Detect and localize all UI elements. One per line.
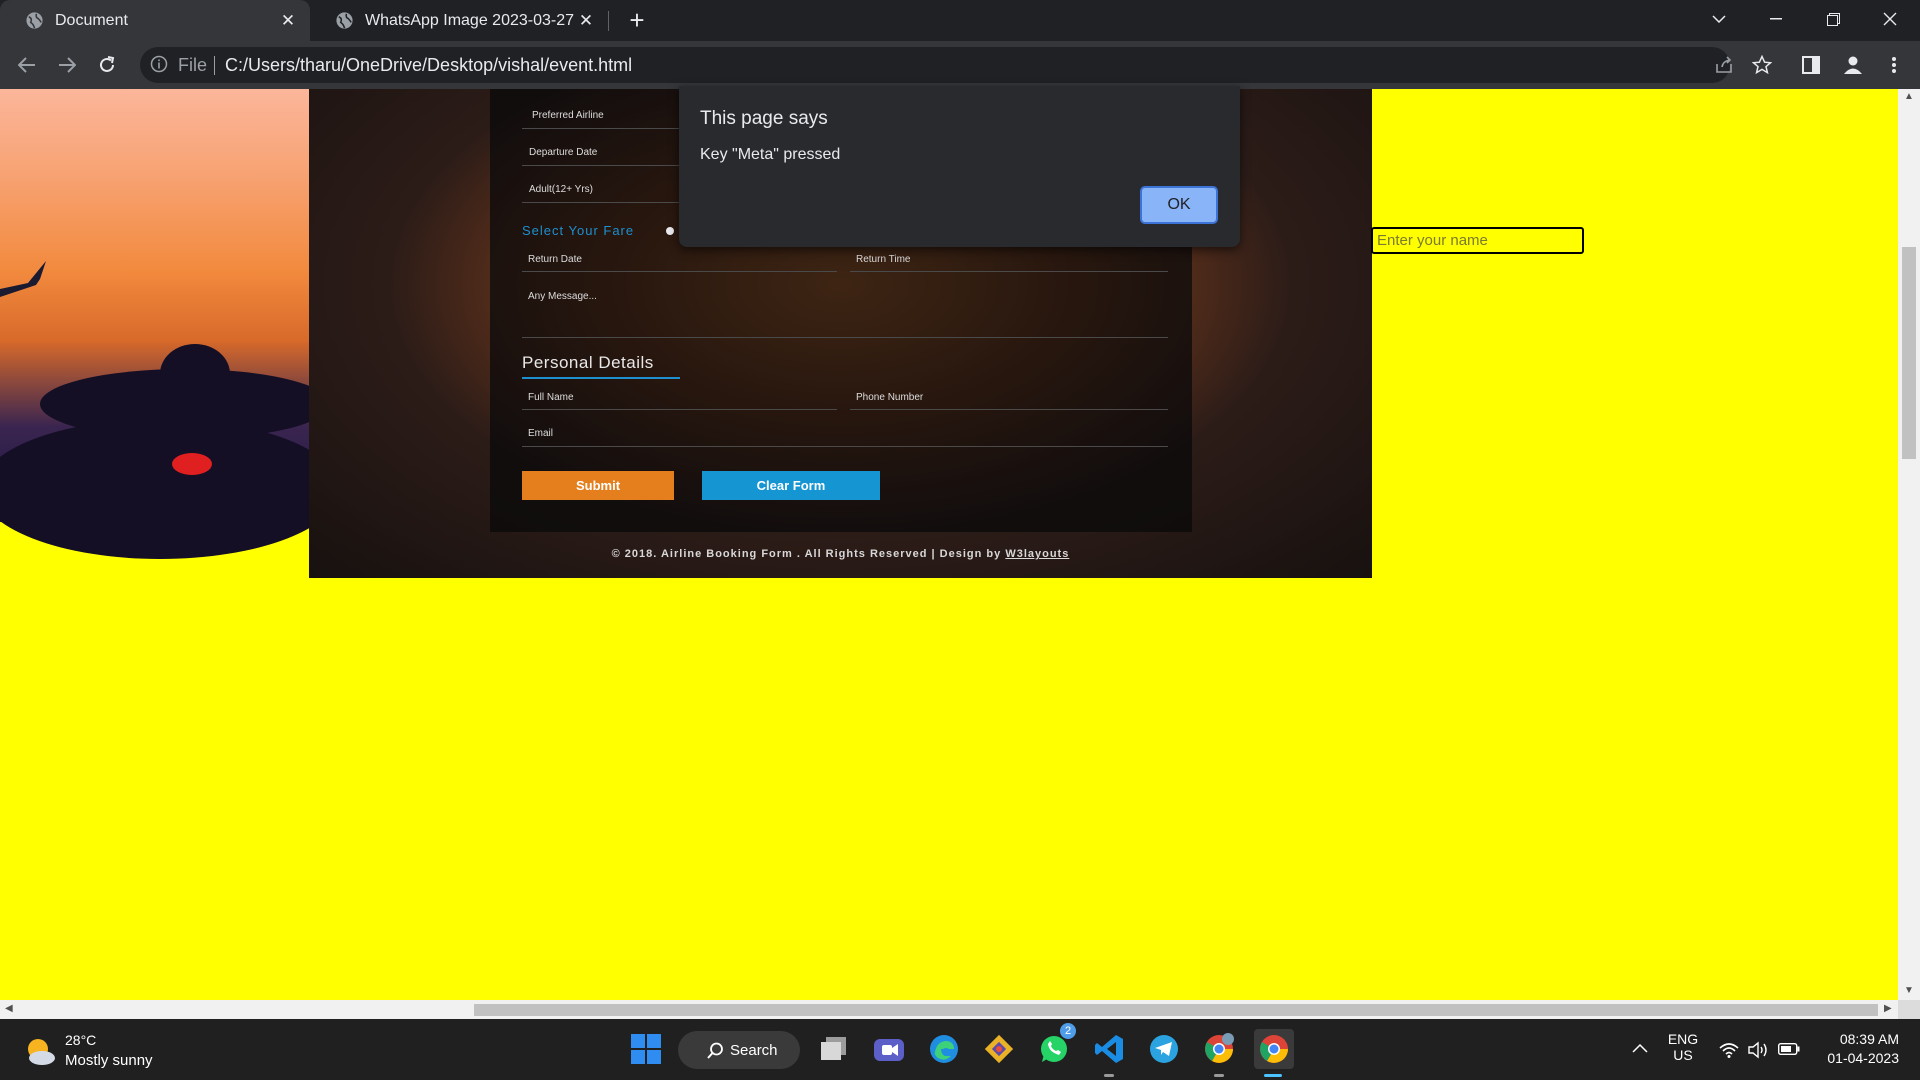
info-icon[interactable] [150,55,168,73]
adult-field[interactable]: Adult(12+ Yrs) [529,184,593,195]
alert-dialog: This page says Key "Meta" pressed OK [679,86,1240,247]
scrollbar-corner [1898,1000,1920,1019]
whatsapp-icon[interactable]: 2 [1034,1023,1076,1069]
new-tab-button[interactable]: + [623,6,651,34]
wifi-icon[interactable] [1719,1042,1739,1058]
sunset-image [0,89,340,559]
windows-taskbar: 28°C Mostly sunny Search 2 ENG US 08:39 … [0,1019,1920,1080]
tab-document[interactable]: Document ✕ [0,0,310,41]
globe-icon [336,12,353,29]
tab-whatsapp-image[interactable]: WhatsApp Image 2023-03-27 at ✕ [310,0,608,41]
taskbar-search-button[interactable]: Search [678,1031,800,1069]
weather-temperature[interactable]: 28°C [65,1032,96,1048]
airplane-icon [0,261,46,297]
address-bar[interactable]: File [140,47,1730,83]
globe-icon [26,12,43,29]
tab-strip: Document ✕ WhatsApp Image 2023-03-27 at … [0,0,1920,41]
reload-button[interactable] [91,49,123,81]
telegram-icon[interactable] [1144,1029,1184,1069]
weather-sun-cloud-icon[interactable] [24,1036,58,1066]
chrome-active-indicator [1264,1074,1282,1077]
address-separator [214,56,215,75]
scroll-right-arrow-icon[interactable]: ▶ [1884,1003,1892,1014]
task-view-icon[interactable] [814,1029,854,1069]
submit-button[interactable]: Submit [522,471,674,500]
departure-date-field[interactable]: Departure Date [529,147,597,158]
email-field[interactable]: Email [528,428,553,439]
restore-icon[interactable] [1805,0,1861,38]
vscode-icon[interactable] [1089,1029,1129,1069]
chrome-icon[interactable] [1254,1029,1294,1069]
w3layouts-link[interactable]: W3layouts [1005,548,1069,560]
vertical-scroll-thumb[interactable] [1902,247,1916,459]
chrome-profile-running-indicator [1214,1074,1224,1077]
phone-field[interactable]: Phone Number [856,392,923,403]
chevron-up-icon[interactable] [1632,1043,1648,1053]
side-panel-icon[interactable] [1799,53,1823,77]
scroll-left-arrow-icon[interactable]: ◀ [5,1003,13,1014]
start-icon[interactable] [626,1029,666,1069]
share-icon[interactable] [1712,53,1736,77]
fare-radio[interactable] [666,227,674,235]
horizontal-scroll-thumb[interactable] [474,1004,1878,1016]
whatsapp-badge: 2 [1060,1023,1076,1039]
horizontal-scrollbar[interactable]: ◀ ▶ [0,1000,1898,1019]
preferred-airline-field[interactable]: Preferred Airline [532,110,604,121]
copyright-text: © 2018. Airline Booking Form . All Right… [611,548,1002,560]
clock[interactable]: 08:39 AM 01-04-2023 [1815,1031,1899,1066]
name-input[interactable] [1371,227,1584,254]
clear-form-button[interactable]: Clear Form [702,471,880,500]
reload-icon [100,56,115,72]
return-time-field[interactable]: Return Time [856,254,910,265]
scheme-label: File [178,55,208,75]
personal-details-underline [522,377,680,379]
personal-details-title: Personal Details [522,353,654,372]
close-window-icon[interactable] [1862,0,1918,38]
scroll-down-arrow-icon[interactable]: ▼ [1904,985,1914,996]
message-field[interactable]: Any Message... [528,291,597,302]
vertical-scrollbar[interactable]: ▲ ▼ [1898,89,1920,1000]
menu-kebab-icon[interactable] [1882,53,1906,77]
clock-date: 01-04-2023 [1827,1050,1899,1066]
tab-search-icon[interactable] [1691,0,1747,38]
tab-title: WhatsApp Image 2023-03-27 at [365,11,576,29]
close-tab-icon[interactable]: ✕ [576,11,596,31]
clock-time: 08:39 AM [1839,1031,1899,1047]
tab-separator [608,11,609,31]
weather-description[interactable]: Mostly sunny [65,1052,153,1069]
footer-text: © 2018. Airline Booking Form . All Right… [309,548,1372,560]
dialog-message: Key "Meta" pressed [700,146,841,163]
language-indicator[interactable]: ENG US [1666,1031,1700,1063]
teams-icon[interactable] [869,1029,909,1069]
return-date-field[interactable]: Return Date [528,254,582,265]
forward-button[interactable] [51,49,83,81]
battery-icon[interactable] [1778,1043,1800,1055]
browser-toolbar: File [0,41,1920,89]
volume-icon[interactable] [1748,1041,1768,1059]
search-label: Search [730,1041,778,1059]
back-button[interactable] [11,49,43,81]
url-field[interactable] [225,54,1525,76]
edge-icon[interactable] [924,1029,964,1069]
bookmark-star-icon[interactable] [1750,53,1774,77]
ok-button[interactable]: OK [1140,186,1218,224]
minimize-icon[interactable] [1748,0,1804,38]
tab-title: Document [55,11,128,29]
git-icon[interactable] [979,1029,1019,1069]
forward-arrow-icon [59,57,76,73]
close-tab-icon[interactable]: ✕ [278,11,298,31]
language-primary: ENG [1667,1031,1699,1047]
back-arrow-icon [18,57,35,73]
scroll-up-arrow-icon[interactable]: ▲ [1904,91,1914,102]
dialog-title: This page says [700,108,828,129]
full-name-field[interactable]: Full Name [528,392,574,403]
fare-section-title: Select Your Fare [522,223,635,238]
search-icon [707,1042,723,1059]
chrome-profile-icon[interactable] [1199,1029,1239,1069]
vscode-running-indicator [1104,1074,1114,1077]
profile-icon[interactable] [1841,53,1865,77]
language-secondary: US [1673,1047,1693,1063]
